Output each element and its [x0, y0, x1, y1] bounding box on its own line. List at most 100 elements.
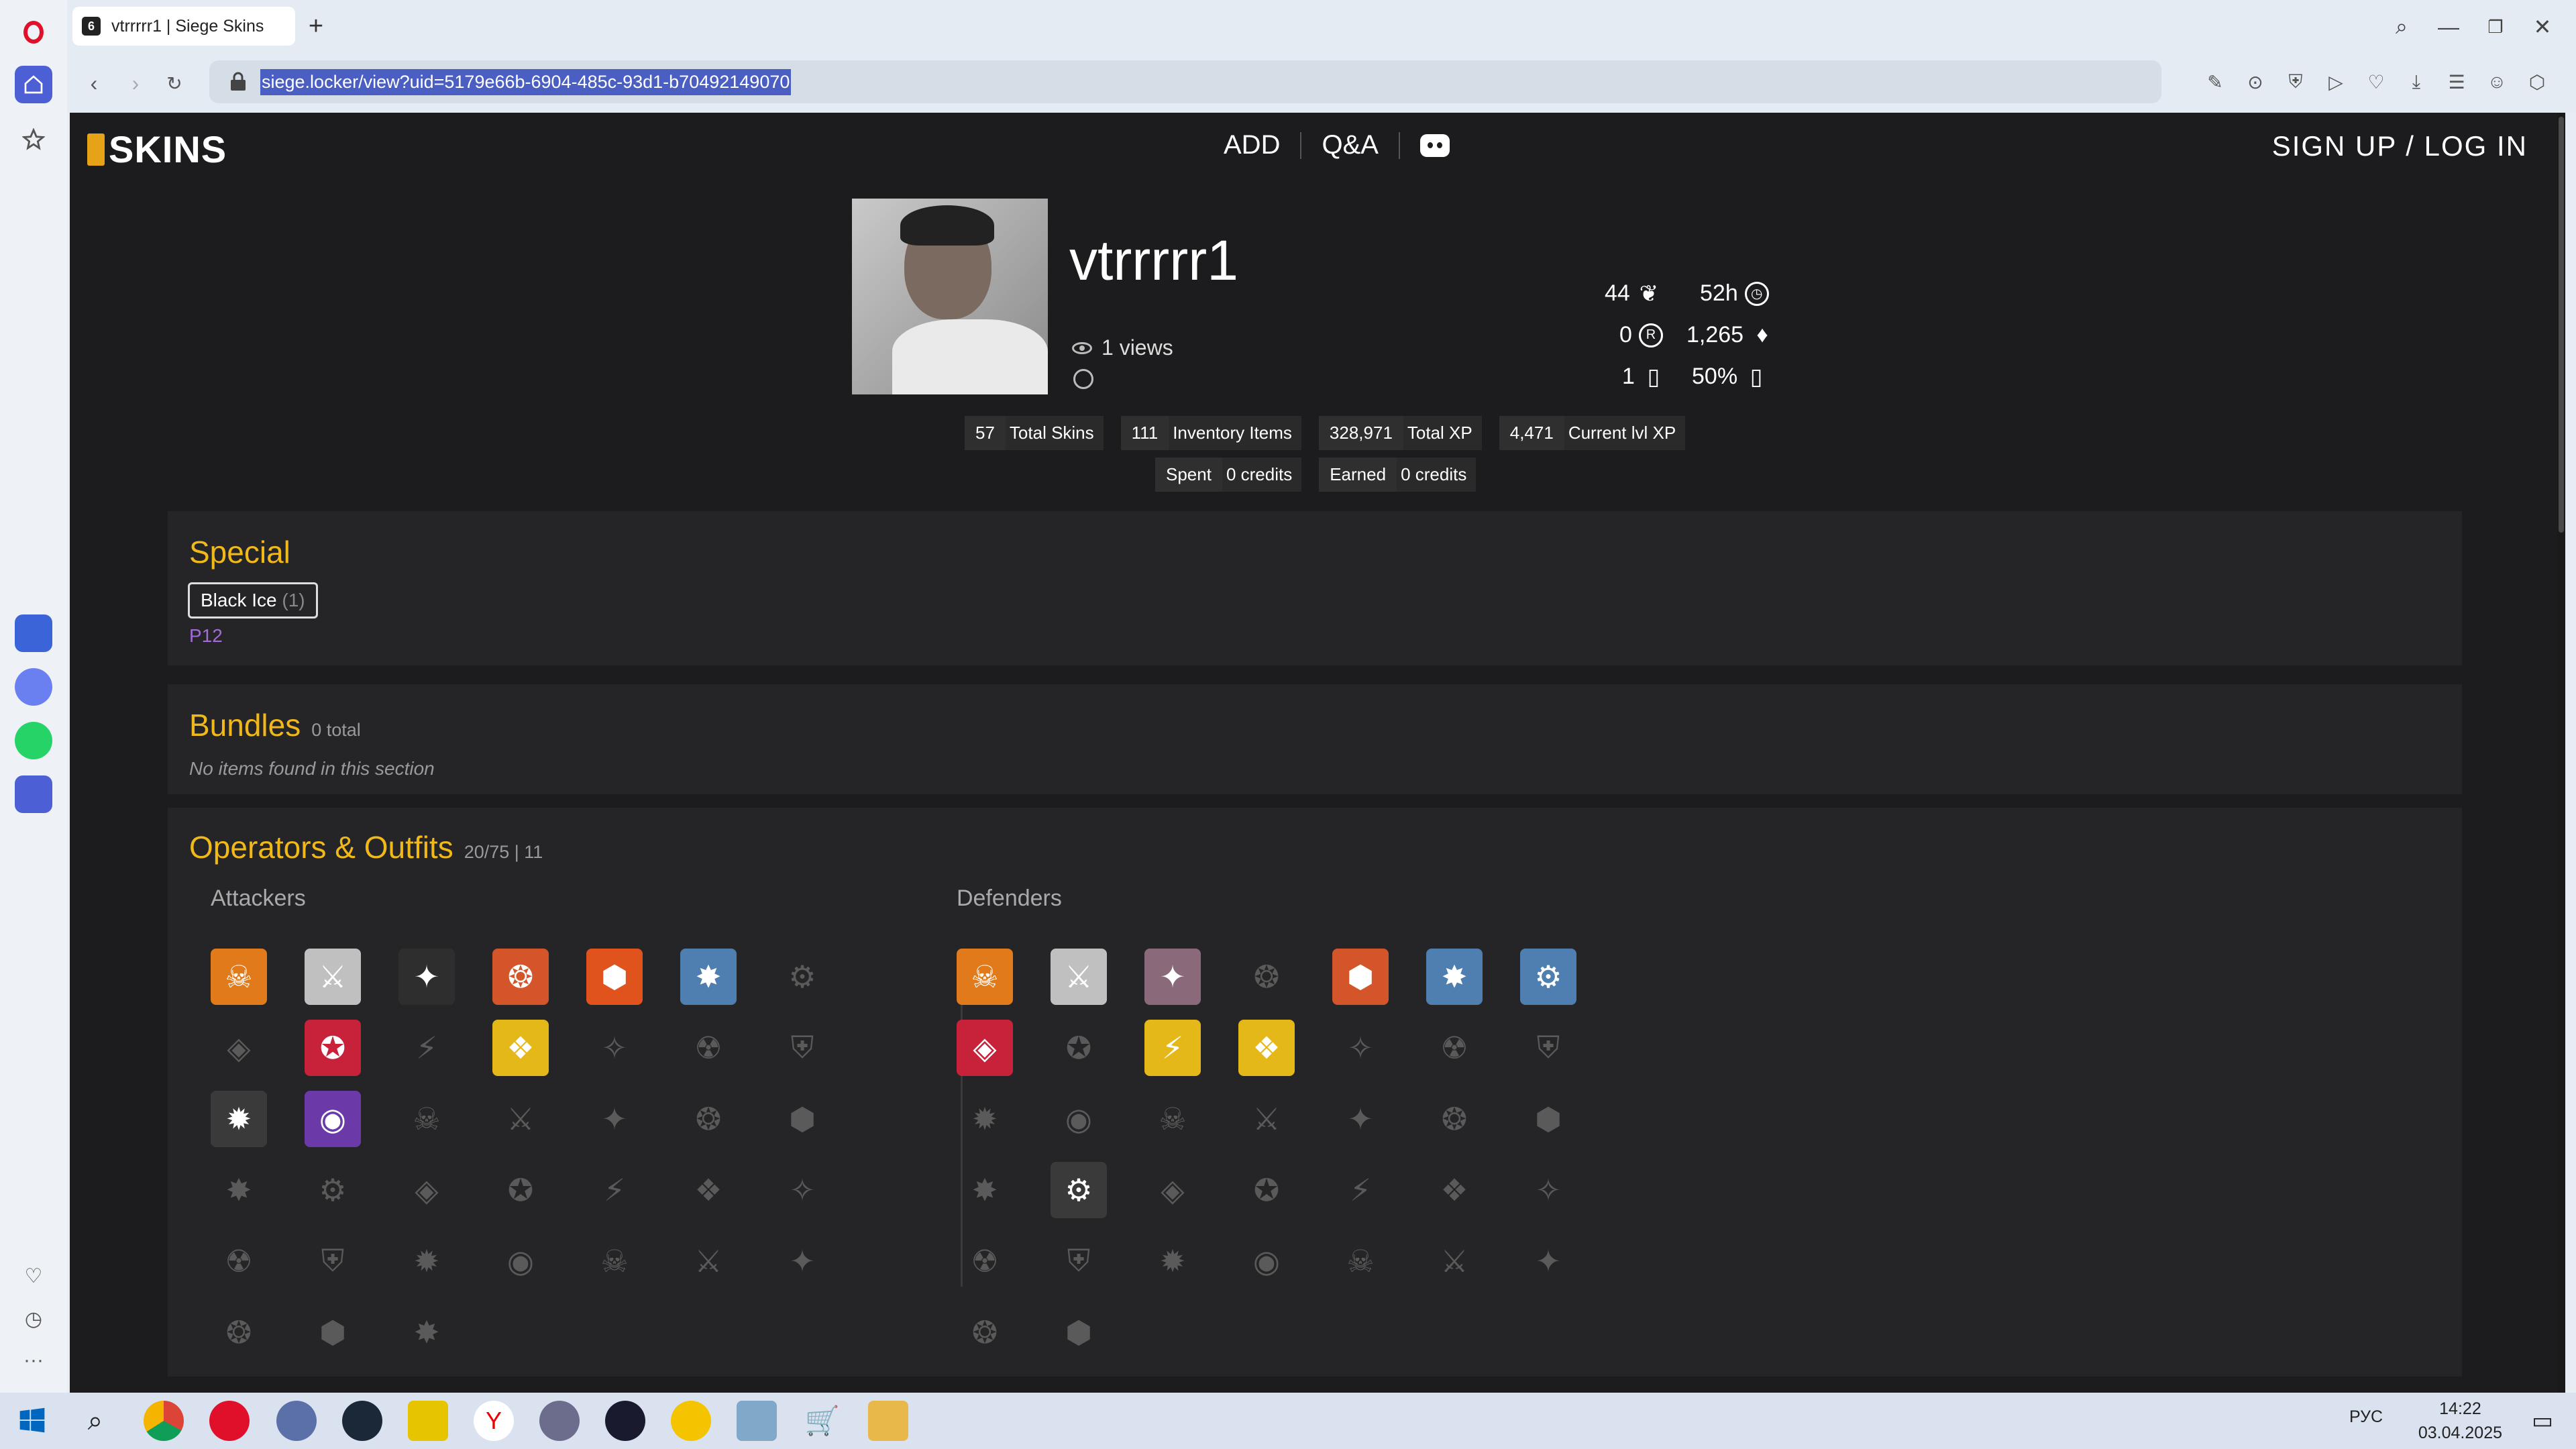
- ccleaner-icon[interactable]: [605, 1401, 645, 1441]
- yandex-browser-icon[interactable]: [276, 1401, 317, 1441]
- attacker-operator-icon[interactable]: ✦: [398, 949, 455, 1005]
- file-app-icon[interactable]: [408, 1401, 448, 1441]
- attacker-operator-icon[interactable]: ⬢: [774, 1091, 830, 1147]
- aria-icon[interactable]: [15, 614, 52, 652]
- page-scrollbar[interactable]: [2557, 113, 2565, 1393]
- windows-start-icon[interactable]: [12, 1401, 52, 1441]
- attacker-operator-icon[interactable]: ✸: [211, 1162, 267, 1218]
- nav-add-link[interactable]: ADD: [1203, 130, 1300, 160]
- defender-operator-icon[interactable]: ⚙: [1051, 1162, 1107, 1218]
- defender-operator-icon[interactable]: ✧: [1332, 1020, 1389, 1076]
- defender-operator-icon[interactable]: ✦: [1144, 949, 1201, 1005]
- chrome-icon[interactable]: [144, 1401, 184, 1441]
- attacker-operator-icon[interactable]: ⬢: [586, 949, 643, 1005]
- attacker-operator-icon[interactable]: ⚔: [492, 1091, 549, 1147]
- defender-operator-icon[interactable]: ⛨: [1520, 1020, 1576, 1076]
- snapshot-edit-icon[interactable]: ✎: [2203, 66, 2227, 98]
- attacker-operator-icon[interactable]: ☢: [680, 1020, 737, 1076]
- defender-operator-icon[interactable]: ◉: [1238, 1233, 1295, 1289]
- easy-setup-icon[interactable]: ☰: [2445, 66, 2469, 98]
- nav-qa-link[interactable]: Q&A: [1301, 130, 1398, 160]
- messenger-icon[interactable]: [15, 668, 52, 706]
- defender-operator-icon[interactable]: ✸: [1426, 949, 1483, 1005]
- defender-operator-icon[interactable]: ❂: [1238, 949, 1295, 1005]
- new-tab-button[interactable]: +: [302, 12, 330, 40]
- opera-logo-icon[interactable]: [15, 13, 52, 51]
- more-icon[interactable]: ···: [15, 1342, 52, 1379]
- attacker-operator-icon[interactable]: ✪: [492, 1162, 549, 1218]
- attacker-operator-icon[interactable]: ◉: [492, 1233, 549, 1289]
- discord-icon[interactable]: [1419, 133, 1450, 157]
- site-logo[interactable]: SKINS: [87, 127, 227, 171]
- attacker-operator-icon[interactable]: ⬢: [305, 1304, 361, 1360]
- black-ice-chip[interactable]: Black Ice (1): [188, 582, 318, 619]
- defender-operator-icon[interactable]: ⚙: [1520, 949, 1576, 1005]
- restore-button[interactable]: ❐: [2475, 8, 2516, 46]
- defender-operator-icon[interactable]: ✧: [1520, 1162, 1576, 1218]
- favorites-heart-icon[interactable]: ♡: [2364, 66, 2388, 98]
- defender-operator-icon[interactable]: ⚡: [1332, 1162, 1389, 1218]
- defender-operator-icon[interactable]: ✸: [957, 1162, 1013, 1218]
- attacker-operator-icon[interactable]: ⛨: [774, 1020, 830, 1076]
- app-window-icon[interactable]: [737, 1401, 777, 1441]
- attacker-operator-icon[interactable]: ⚔: [680, 1233, 737, 1289]
- camera-icon[interactable]: ⊙: [2243, 66, 2267, 98]
- whatsapp-icon[interactable]: [15, 722, 52, 759]
- attacker-operator-icon[interactable]: ✧: [586, 1020, 643, 1076]
- p12-item[interactable]: P12: [189, 625, 223, 647]
- search-icon[interactable]: ⌕: [75, 1401, 115, 1441]
- clock[interactable]: 14:22 03.04.2025: [2418, 1397, 2502, 1445]
- defender-operator-icon[interactable]: ✪: [1051, 1020, 1107, 1076]
- attacker-operator-icon[interactable]: ✪: [305, 1020, 361, 1076]
- heart-icon[interactable]: ♡: [15, 1257, 52, 1295]
- sign-up-login-link[interactable]: SIGN UP / LOG IN: [2272, 130, 2528, 162]
- yandex-icon[interactable]: Y: [474, 1401, 514, 1441]
- defender-operator-icon[interactable]: ⬢: [1051, 1304, 1107, 1360]
- attacker-operator-icon[interactable]: ⚙: [774, 949, 830, 1005]
- music-player-icon[interactable]: [15, 775, 52, 813]
- play-icon[interactable]: ▷: [2324, 66, 2348, 98]
- defender-operator-icon[interactable]: ❂: [957, 1304, 1013, 1360]
- adblock-shield-icon[interactable]: ⛨: [2284, 66, 2308, 98]
- reload-button[interactable]: ↻: [158, 67, 191, 99]
- minimize-button[interactable]: —: [2428, 8, 2469, 46]
- history-icon[interactable]: ◷: [15, 1300, 52, 1338]
- close-window-button[interactable]: ✕: [2522, 8, 2563, 46]
- extensions-cube-icon[interactable]: ⬡: [2525, 66, 2549, 98]
- defender-operator-icon[interactable]: ✦: [1332, 1091, 1389, 1147]
- attacker-operator-icon[interactable]: ❖: [492, 1020, 549, 1076]
- defender-operator-icon[interactable]: ⚔: [1051, 949, 1107, 1005]
- defender-operator-icon[interactable]: ❂: [1426, 1091, 1483, 1147]
- defender-operator-icon[interactable]: ✪: [1238, 1162, 1295, 1218]
- bookmarks-star-icon[interactable]: [15, 121, 52, 158]
- back-button[interactable]: ‹: [78, 67, 110, 99]
- defender-operator-icon[interactable]: ⬢: [1332, 949, 1389, 1005]
- steam-icon[interactable]: [342, 1401, 382, 1441]
- attacker-operator-icon[interactable]: ☠: [586, 1233, 643, 1289]
- defender-operator-icon[interactable]: ✦: [1520, 1233, 1576, 1289]
- url-text[interactable]: siege.locker/view?uid=5179e66b-6904-485c…: [260, 68, 792, 95]
- defender-operator-icon[interactable]: ❖: [1426, 1162, 1483, 1218]
- home-icon[interactable]: [15, 66, 52, 103]
- attacker-operator-icon[interactable]: ✦: [586, 1091, 643, 1147]
- cheat-engine-icon[interactable]: [671, 1401, 711, 1441]
- defender-operator-icon[interactable]: ✹: [957, 1091, 1013, 1147]
- attacker-operator-icon[interactable]: ✸: [680, 949, 737, 1005]
- app-spiral-icon[interactable]: [539, 1401, 580, 1441]
- attacker-operator-icon[interactable]: ⛨: [305, 1233, 361, 1289]
- attacker-operator-icon[interactable]: ☠: [211, 949, 267, 1005]
- attacker-operator-icon[interactable]: ⚡: [586, 1162, 643, 1218]
- defender-operator-icon[interactable]: ☠: [957, 949, 1013, 1005]
- attacker-operator-icon[interactable]: ◉: [305, 1091, 361, 1147]
- defender-operator-icon[interactable]: ◉: [1051, 1091, 1107, 1147]
- store-cart-icon[interactable]: 🛒: [802, 1401, 843, 1441]
- attacker-operator-icon[interactable]: ☢: [211, 1233, 267, 1289]
- attacker-operator-icon[interactable]: ✧: [774, 1162, 830, 1218]
- attacker-operator-icon[interactable]: ❂: [492, 949, 549, 1005]
- defender-operator-icon[interactable]: ✹: [1144, 1233, 1201, 1289]
- defender-operator-icon[interactable]: ☢: [957, 1233, 1013, 1289]
- defender-operator-icon[interactable]: ☢: [1426, 1020, 1483, 1076]
- attacker-operator-icon[interactable]: ❂: [680, 1091, 737, 1147]
- attacker-operator-icon[interactable]: ✹: [211, 1091, 267, 1147]
- attacker-operator-icon[interactable]: ⚡: [398, 1020, 455, 1076]
